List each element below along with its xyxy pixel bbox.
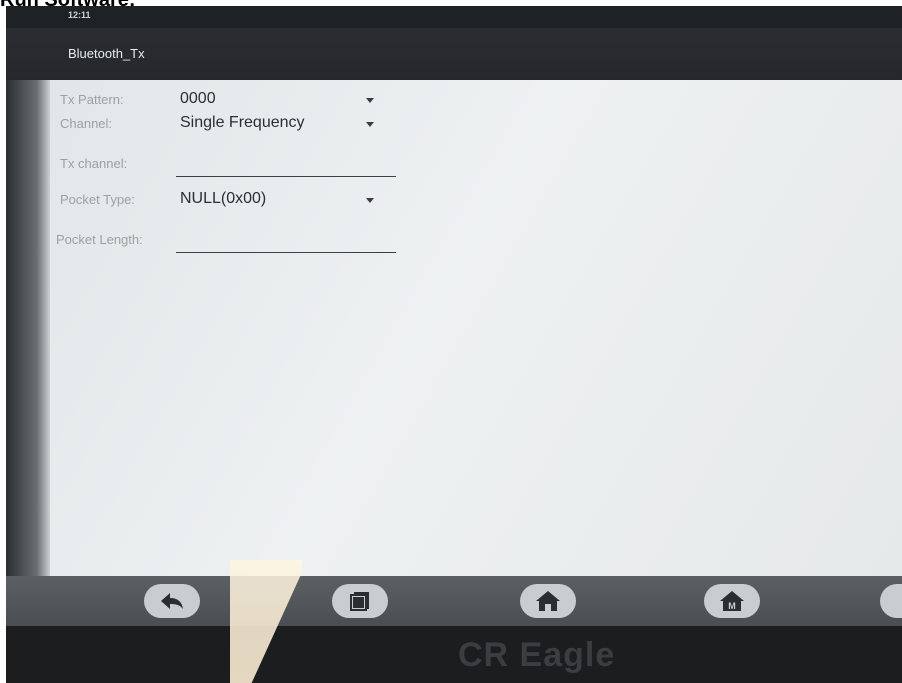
pocket-length-label: Pocket Length: xyxy=(56,232,143,247)
pocket-type-value: NULL(0x00) xyxy=(180,190,267,207)
m-home-icon: M xyxy=(720,591,744,611)
svg-text:M: M xyxy=(728,601,736,611)
tablet-device: 12:11 Bluetooth_Tx Tx Pattern: 0000 Chan… xyxy=(6,6,902,683)
back-button[interactable] xyxy=(144,584,200,618)
back-arrow-icon xyxy=(161,593,183,609)
status-bar: 12:11 xyxy=(6,6,902,28)
channel-dropdown[interactable]: Single Frequency xyxy=(176,112,376,134)
channel-label: Channel: xyxy=(60,116,113,131)
tx-channel-underline xyxy=(176,176,396,177)
tx-pattern-label: Tx Pattern: xyxy=(60,92,124,107)
app-bar: Bluetooth_Tx xyxy=(6,28,902,80)
tx-pattern-row: Tx Pattern: 0000 xyxy=(50,88,410,112)
tx-pattern-value: 0000 xyxy=(180,90,216,107)
tx-channel-input[interactable] xyxy=(176,150,396,177)
channel-value: Single Frequency xyxy=(180,114,305,131)
chevron-down-icon xyxy=(366,198,374,203)
pocket-length-underline xyxy=(176,252,396,253)
pocket-length-row: Pocket Length: xyxy=(50,226,410,256)
app-title: Bluetooth_Tx xyxy=(68,46,145,61)
chevron-down-icon xyxy=(366,122,374,127)
form-screen: Tx Pattern: 0000 Channel: Single Frequen… xyxy=(50,80,902,576)
navigation-bar: M xyxy=(6,576,902,626)
tx-pattern-dropdown[interactable]: 0000 xyxy=(176,88,376,110)
screen-bevel xyxy=(6,80,50,576)
pocket-type-dropdown[interactable]: NULL(0x00) xyxy=(176,188,376,210)
device-bezel xyxy=(6,626,902,683)
tx-channel-label: Tx channel: xyxy=(60,156,128,171)
m-home-button[interactable]: M xyxy=(704,584,760,618)
recents-button[interactable] xyxy=(332,584,388,618)
recents-square-icon xyxy=(350,592,369,611)
chevron-down-icon xyxy=(366,98,374,103)
overflow-nav-button[interactable] xyxy=(880,584,902,618)
device-brand-logo: CR Eagle xyxy=(458,636,616,674)
home-icon xyxy=(536,591,560,611)
pocket-type-label: Pocket Type: xyxy=(60,192,135,207)
pocket-length-input[interactable] xyxy=(176,226,396,253)
tx-channel-row: Tx channel: xyxy=(50,150,410,180)
home-button[interactable] xyxy=(520,584,576,618)
pocket-type-row: Pocket Type: NULL(0x00) xyxy=(50,188,410,212)
channel-row: Channel: Single Frequency xyxy=(50,110,410,134)
status-time: 12:11 xyxy=(68,10,91,20)
